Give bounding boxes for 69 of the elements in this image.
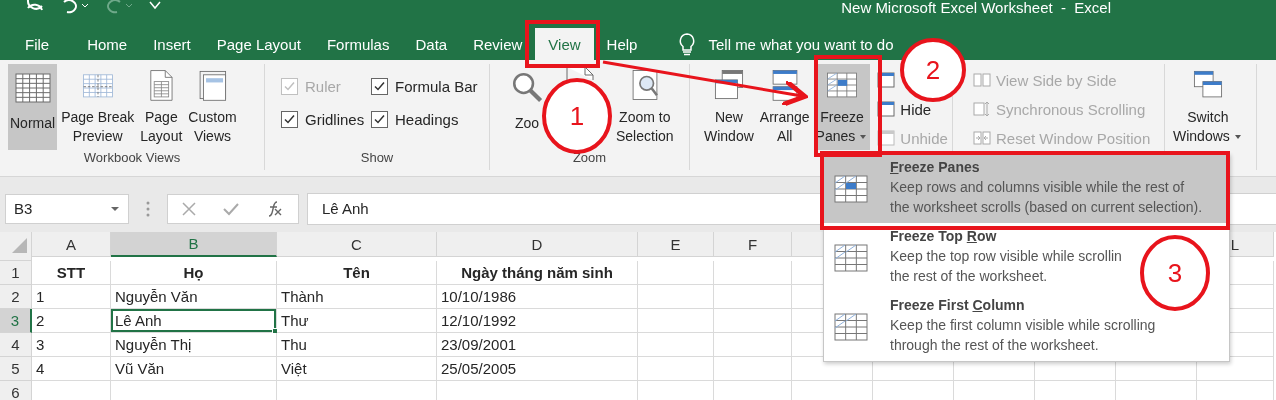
step-marker: 3 <box>1140 235 1210 311</box>
checkbox[interactable]: Gridlines <box>281 111 371 128</box>
ribbon-tab[interactable]: Page Layout <box>203 28 314 60</box>
ribbon-tab[interactable]: Home <box>74 28 141 60</box>
view-button[interactable]: Normal <box>8 64 58 150</box>
view-button[interactable]: Page Layout <box>138 64 185 150</box>
name-box[interactable]: B3 <box>5 193 129 224</box>
row-header[interactable]: 4 <box>0 333 32 357</box>
ribbon-tab[interactable]: View <box>535 28 594 60</box>
row-header[interactable]: 3 <box>0 309 32 333</box>
column-header[interactable]: E <box>638 232 714 257</box>
sync-scroll-icon <box>973 100 991 118</box>
reset-panes-icon <box>973 129 991 147</box>
group-label: Workbook Views <box>82 150 182 167</box>
table-cell: 25/05/2005 <box>437 357 638 381</box>
table-cell: 1 <box>32 285 111 309</box>
checkbox[interactable]: Formula Bar <box>371 78 491 95</box>
tell-me-field[interactable]: Tell me what you want to do <box>708 35 894 53</box>
checkbox[interactable]: Headings <box>371 111 491 128</box>
row-header[interactable]: 5 <box>0 357 32 381</box>
column-header[interactable]: A <box>32 232 111 257</box>
table-cell: Họ <box>111 261 277 285</box>
column-header[interactable]: F <box>714 232 792 257</box>
row-header[interactable]: 2 <box>0 285 32 309</box>
table-cell: Nguyễn Thị <box>111 333 277 357</box>
table-cell: Thư <box>277 309 437 333</box>
lightbulb-icon[interactable] <box>678 32 697 56</box>
window-title: New Microsoft Excel Worksheet - Excel <box>841 0 1111 16</box>
row-header[interactable]: 6 <box>0 381 32 400</box>
table-cell: Vũ Văn <box>111 357 277 381</box>
table-cell: Nguyễn Văn <box>111 285 277 309</box>
zoom-button[interactable]: Zoom to Selection <box>614 64 676 150</box>
active-cell: Lê Anh <box>111 309 277 333</box>
ribbon-tab[interactable]: Data <box>402 28 461 60</box>
column-header[interactable]: D <box>437 232 638 257</box>
group-label: Show <box>359 150 395 167</box>
table-cell: 10/10/1986 <box>437 285 638 309</box>
dropdown-icon[interactable] <box>110 205 120 212</box>
side-by-side-icon <box>973 71 991 89</box>
table-cell: 23/09/2001 <box>437 333 638 357</box>
menu-item[interactable]: Freeze Panes Keep rows and columns visible while the rest of the worksheet scrolls (based on current selection). <box>824 154 1229 223</box>
ribbon-tab[interactable]: File <box>12 28 63 60</box>
table-cell: Tên <box>277 261 437 285</box>
grip-icon[interactable] <box>146 199 150 218</box>
ribbon-tab[interactable]: Help <box>593 28 651 60</box>
window-button[interactable]: New Window <box>702 64 756 150</box>
column-header[interactable]: C <box>277 232 437 257</box>
table-cell: 12/10/1992 <box>437 309 638 333</box>
table-cell: 4 <box>32 357 111 381</box>
step-marker: 1 <box>542 78 612 154</box>
table-cell: STT <box>32 261 111 285</box>
column-header[interactable]: B <box>111 232 277 257</box>
view-button[interactable]: Page Break Preview <box>59 64 137 150</box>
row-header[interactable]: 1 <box>0 261 32 285</box>
table-cell: 3 <box>32 333 111 357</box>
ribbon-tab[interactable]: Review <box>460 28 536 60</box>
ribbon-tab[interactable]: Insert <box>140 28 204 60</box>
table-cell: Thu <box>277 333 437 357</box>
step-marker: 2 <box>900 38 966 102</box>
switch-windows-button[interactable]: Switch Windows <box>1171 64 1245 150</box>
ribbon-tab[interactable]: Formulas <box>313 28 403 60</box>
table-cell: Việt <box>277 357 437 381</box>
table-cell: Thành <box>277 285 437 309</box>
magnifier-icon <box>510 70 544 104</box>
window-button[interactable]: Arrange All <box>757 64 812 150</box>
table-cell: Ngày tháng năm sinh <box>437 261 638 285</box>
table-cell: 2 <box>32 309 111 333</box>
customize-toolbar-icon[interactable] <box>148 0 162 12</box>
view-button[interactable]: Custom Views <box>186 64 239 150</box>
